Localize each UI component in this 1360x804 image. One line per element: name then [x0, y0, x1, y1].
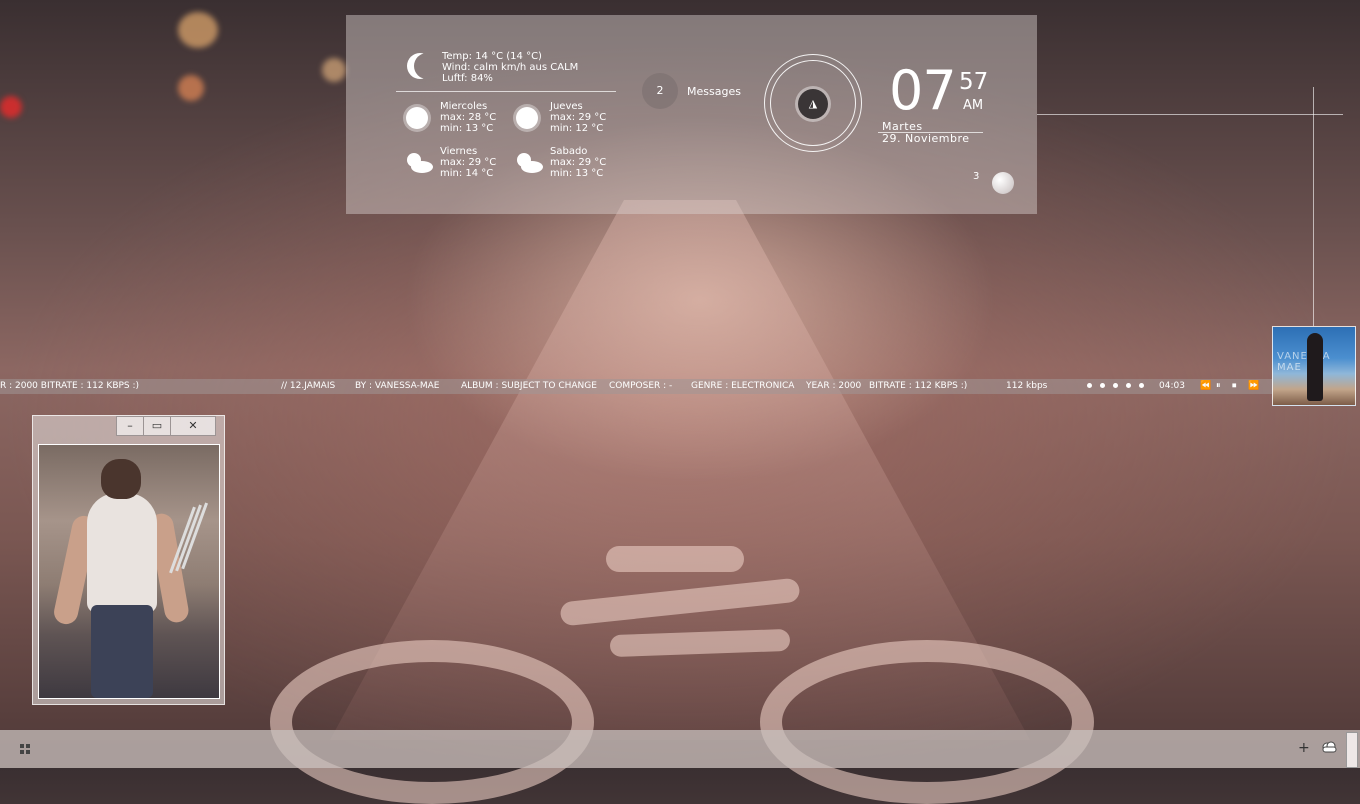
clock-ampm: AM — [963, 98, 984, 113]
start-grid-icon[interactable] — [20, 744, 30, 754]
rating-dots[interactable] — [1087, 379, 1152, 394]
weather-temp: Temp: 14 °C (14 °C) — [442, 51, 542, 62]
background-bokeh — [322, 58, 346, 82]
taskbar: + — [0, 730, 1360, 768]
tray-plus-icon[interactable]: + — [1298, 740, 1310, 756]
rating-dot[interactable] — [1087, 383, 1092, 388]
rating-dot[interactable] — [1100, 383, 1105, 388]
sun-icon — [516, 107, 538, 129]
image-detail — [87, 493, 157, 613]
ticker-year: YEAR : 2000 — [806, 381, 862, 391]
forecast-max: max: 29 °C — [550, 112, 607, 123]
messages-count[interactable]: 2 — [642, 73, 678, 109]
mini-widget-ball[interactable] — [992, 172, 1014, 194]
forecast-day: Miercoles — [440, 101, 488, 112]
widget-panel: Temp: 14 °C (14 °C) Wind: calm km/h aus … — [346, 15, 1037, 214]
window-controls: – ▭ ✕ — [116, 416, 216, 436]
image-detail — [91, 605, 153, 698]
ticker-composer: COMPOSER : - — [609, 381, 673, 391]
background-bokeh — [0, 96, 22, 118]
ticker-genre: GENRE : ELECTRONICA — [691, 381, 795, 391]
forecast-max: max: 28 °C — [440, 112, 497, 123]
crosshair-horizontal — [1037, 114, 1343, 115]
clock-hour: 07 — [889, 59, 957, 122]
wolverine-image — [38, 444, 220, 699]
maximize-button[interactable]: ▭ — [143, 416, 171, 436]
forecast-max: max: 29 °C — [440, 157, 497, 168]
now-playing-bar: R : 2000 BITRATE : 112 KBPS :) // 12.JAM… — [0, 379, 1272, 394]
mini-widget-count: 3 — [973, 171, 980, 182]
album-cover[interactable]: VANESSA MAE — [1272, 326, 1356, 406]
bike-wheel-left — [270, 640, 594, 804]
rating-dot[interactable] — [1139, 383, 1144, 388]
forecast-day: Jueves — [550, 101, 583, 112]
ticker-bitrate: BITRATE : 112 KBPS :) — [869, 381, 968, 391]
partly-cloudy-icon — [517, 153, 543, 173]
forecast-day: Viernes — [440, 146, 478, 157]
crosshair-vertical — [1313, 87, 1314, 327]
prev-track-icon[interactable]: ⏪ — [1200, 379, 1211, 394]
moon-icon — [414, 53, 440, 79]
cloud-icon[interactable] — [1320, 741, 1338, 753]
bike-wheel-right — [760, 640, 1094, 804]
forecast-min: min: 13 °C — [440, 123, 494, 134]
minimize-button[interactable]: – — [116, 416, 144, 436]
forecast-min: min: 14 °C — [440, 168, 494, 179]
ticker-artist: BY : VANESSA-MAE — [355, 381, 440, 391]
forecast-min: min: 12 °C — [550, 123, 604, 134]
forecast-max: max: 29 °C — [550, 157, 607, 168]
ticker-kbps: 112 kbps — [1006, 381, 1048, 391]
background-bokeh — [178, 12, 218, 48]
show-desktop-button[interactable] — [1346, 732, 1358, 768]
pause-icon[interactable]: ⏸ — [1216, 379, 1221, 394]
weather-wind: Wind: calm km/h aus CALM — [442, 62, 579, 73]
current-weather: Temp: 14 °C (14 °C) Wind: calm km/h aus … — [442, 51, 578, 84]
image-viewer-window[interactable]: – ▭ ✕ — [32, 415, 225, 705]
ticker-prev-tail: R : 2000 BITRATE : 112 KBPS :) — [0, 381, 140, 391]
ticker-album: ALBUM : SUBJECT TO CHANGE — [461, 381, 597, 391]
clock-minute: 57 — [959, 69, 989, 95]
weather-divider — [396, 91, 616, 92]
bike-head — [606, 546, 744, 572]
rating-dot[interactable] — [1113, 383, 1118, 388]
forecast-min: min: 13 °C — [550, 168, 604, 179]
weather-humidity: Luftf: 84% — [442, 73, 493, 84]
track-time: 04:03 — [1159, 381, 1185, 391]
album-cover-figure — [1307, 333, 1323, 401]
app-logo-icon[interactable]: ◮ — [798, 89, 828, 119]
messages-label[interactable]: Messages — [687, 85, 741, 98]
close-button[interactable]: ✕ — [170, 416, 216, 436]
image-detail — [101, 459, 141, 499]
ticker-track: // 12.JAMAIS — [281, 381, 336, 391]
next-track-icon[interactable]: ⏩ — [1248, 379, 1259, 394]
forecast-day: Sabado — [550, 146, 588, 157]
clock-date: 29. Noviembre — [882, 132, 970, 145]
partly-cloudy-icon — [407, 153, 433, 173]
sun-icon — [406, 107, 428, 129]
rating-dot[interactable] — [1126, 383, 1131, 388]
stop-icon[interactable]: ⏹ — [1232, 379, 1237, 394]
background-bokeh — [178, 75, 204, 101]
